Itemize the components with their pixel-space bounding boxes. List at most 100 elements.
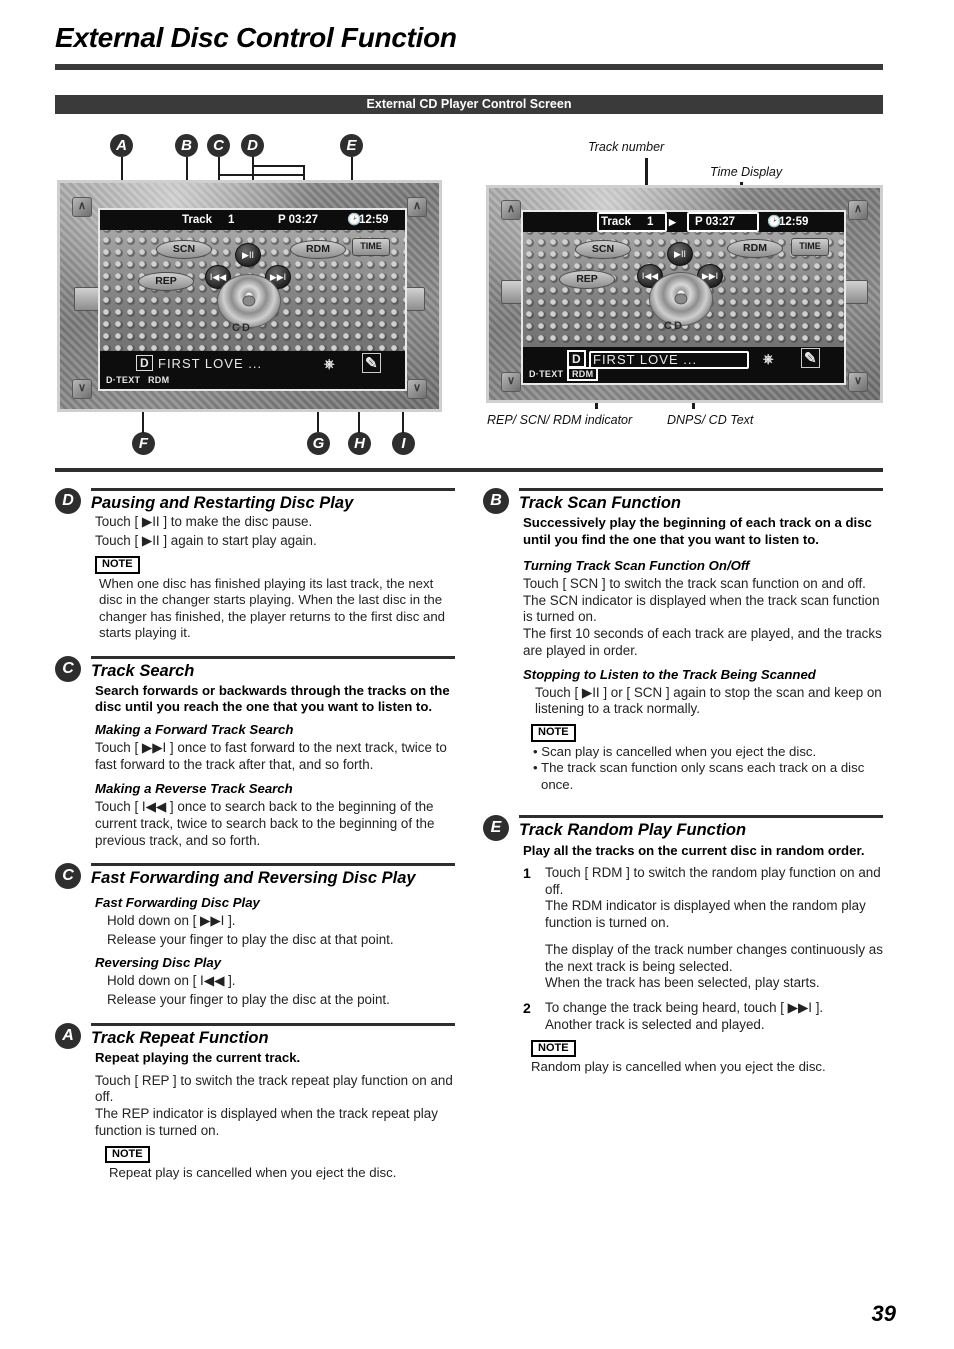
random-step-1-body-2: The display of the track number changes … (545, 941, 883, 991)
track-repeat-body: Touch [ REP ] to switch the track repeat… (95, 1072, 453, 1138)
dnps-text-left: FIRST LOVE ... (158, 356, 263, 371)
time-button-left[interactable]: TIME (352, 238, 390, 256)
scn-button-right[interactable]: SCN (575, 240, 631, 259)
note-body-pausing: When one disc has finished playing its l… (99, 575, 445, 641)
clock-right: 12:59 (779, 216, 809, 228)
caption-time-display: Time Display (710, 165, 783, 179)
sub-turning-scan-onoff: Turning Track Scan Function On/Off (523, 557, 750, 573)
section-body-track-search: Search forwards or backwards through the… (95, 683, 455, 849)
section-letter-c-ffrev: C (55, 863, 81, 890)
cd-label-left: CD (232, 322, 252, 334)
callout-marker-a: A (110, 134, 133, 157)
leader-line-c-h (218, 174, 303, 176)
stopping-to-listen-body: Touch [ ▶II ] or [ SCN ] again to stop t… (535, 684, 882, 717)
callout-marker-g: G (307, 432, 330, 455)
reversing-line-1: Hold down on [ I◀◀ ]. (107, 973, 236, 989)
section-title-ffrev: Fast Forwarding and Reversing Disc Play (91, 863, 455, 887)
section-track-scan: B Track Scan Function Successively play … (483, 488, 883, 793)
note-body-track-random: Random play is cancelled when you eject … (531, 1059, 826, 1075)
random-step-1: 1 Touch [ RDM ] to switch the random pla… (523, 865, 883, 932)
cd-player-illustration-left: ∧ ∧ ∨ ∨ Track 1 P 03:27 🕑 12:59 SCN REP … (57, 180, 442, 412)
note-tag-track-scan: NOTE (531, 724, 576, 742)
section-track-random: E Track Random Play Function Play all th… (483, 815, 883, 1076)
scn-button-left[interactable]: SCN (156, 240, 212, 259)
section-title-track-scan: Track Scan Function (519, 488, 883, 512)
callout-marker-e: E (340, 134, 363, 157)
section-header-bar: External CD Player Control Screen (55, 95, 883, 114)
callout-marker-i: I (392, 432, 415, 455)
dtext-label-left: D·TEXT (106, 375, 141, 385)
eject-icon-right: ⎈ (763, 351, 774, 366)
section-title-track-search: Track Search (91, 655, 455, 680)
pen-icon: ✎ (362, 353, 381, 373)
section-letter-c-search: C (55, 655, 81, 682)
corner-screw-rb-left: ∨ (407, 379, 427, 399)
play-pause-button-left[interactable]: ▶II (235, 243, 261, 267)
random-step-2-body: To change the track being heard, touch [… (545, 1000, 824, 1032)
touch-screen-left[interactable]: Track 1 P 03:27 🕑 12:59 SCN REP RDM TIME… (98, 208, 407, 391)
caption-indicator: REP/ SCN/ RDM indicator (487, 413, 633, 427)
time-elapsed-left: P 03:27 (278, 214, 319, 226)
left-column: D Pausing and Restarting Disc Play Touch… (55, 488, 455, 1182)
forward-track-search-body: Touch [ ▶▶I ] once to fast forward to th… (95, 740, 447, 773)
rdm-indicator-left: RDM (148, 375, 170, 385)
rdm-indicator-right: RDM (567, 367, 599, 381)
pausing-line-2: Touch [ ▶II ] again to start play again. (95, 533, 317, 549)
rdm-button-left[interactable]: RDM (290, 240, 346, 259)
disc-graphic-left (217, 274, 281, 328)
sub-stopping-to-listen: Stopping to Listen to the Track Being Sc… (523, 666, 816, 682)
title-rule (55, 64, 883, 70)
arrow-right: ▶ (669, 217, 676, 227)
page-title: External Disc Control Function (55, 22, 457, 53)
corner-screw-rt-right: ∧ (848, 200, 868, 220)
section-body-track-scan: Successively play the beginning of each … (523, 515, 883, 793)
pen-icon-right: ✎ (801, 348, 820, 368)
sub-fast-forwarding: Fast Forwarding Disc Play (95, 894, 260, 910)
section-fast-forward-reverse: C Fast Forwarding and Reversing Disc Pla… (55, 863, 455, 1009)
highlight-track-number (597, 212, 667, 232)
section-body-ffrev: Fast Forwarding Disc Play Hold down on [… (95, 895, 455, 1009)
note-tag-track-random: NOTE (531, 1039, 576, 1058)
section-track-search: C Track Search Search forwards or backwa… (55, 655, 455, 850)
rep-button-right[interactable]: REP (559, 270, 615, 289)
section-track-repeat: A Track Repeat Function Repeat playing t… (55, 1022, 455, 1182)
random-step-1-number: 1 (523, 864, 531, 881)
section-title-pausing: Pausing and Restarting Disc Play (91, 488, 455, 512)
note-body-track-repeat: Repeat play is cancelled when you eject … (109, 1165, 397, 1181)
status-bar-left: Track 1 P 03:27 🕑 12:59 (100, 210, 405, 230)
section-header-label: External CD Player Control Screen (366, 97, 572, 111)
note-bullets-track-scan: • Scan play is cancelled when you eject … (523, 744, 883, 794)
play-pause-button-right[interactable]: ▶II (667, 242, 693, 266)
note-tag-track-repeat: NOTE (105, 1145, 150, 1164)
section-body-track-random: Play all the tracks on the current disc … (523, 843, 883, 1076)
turning-scan-body: Touch [ SCN ] to switch the track scan f… (523, 575, 882, 658)
corner-screw-rb-right: ∨ (848, 372, 868, 392)
body-divider (55, 468, 883, 472)
callout-marker-c: C (207, 134, 230, 157)
rep-button-left[interactable]: REP (138, 272, 194, 291)
section-letter-a: A (55, 1022, 81, 1049)
reversing-line-2: Release your finger to play the disc at … (107, 992, 390, 1008)
cd-label-right: CD (664, 320, 684, 332)
sub-forward-track-search: Making a Forward Track Search (95, 722, 294, 738)
highlight-dnps-text (589, 351, 749, 369)
section-body-track-repeat: Repeat playing the current track. Touch … (95, 1050, 455, 1181)
corner-screw-lb-right: ∨ (501, 372, 521, 392)
callout-marker-f: F (132, 432, 155, 455)
sub-reversing: Reversing Disc Play (95, 955, 222, 971)
touch-screen-right[interactable]: Track 1 ▶ P 03:27 🕑 12:59 SCN REP RDM TI… (521, 210, 846, 385)
info-bar-left: D FIRST LOVE ... D·TEXT RDM ⎈ ✎ (100, 351, 405, 389)
rdm-button-right[interactable]: RDM (727, 239, 783, 258)
section-letter-e: E (483, 815, 509, 842)
time-button-right[interactable]: TIME (791, 238, 829, 256)
cd-player-illustration-right: ∧ ∧ ∨ ∨ Track 1 ▶ P 03:27 🕑 12:59 SCN RE… (486, 185, 883, 403)
track-scan-intro: Successively play the beginning of each … (523, 515, 872, 547)
corner-screw-rt-left: ∧ (407, 197, 427, 217)
track-scan-bullet-1: • Scan play is cancelled when you eject … (533, 743, 817, 759)
random-step-1-body: Touch [ RDM ] to switch the random play … (545, 864, 881, 931)
status-bar-right: Track 1 ▶ P 03:27 🕑 12:59 (523, 212, 844, 232)
highlight-time-display (687, 212, 759, 232)
random-step-1-cont: The display of the track number changes … (523, 942, 883, 992)
page-number: 39 (871, 1301, 896, 1326)
section-body-pausing: Touch [ ▶II ] to make the disc pause. To… (95, 514, 455, 641)
